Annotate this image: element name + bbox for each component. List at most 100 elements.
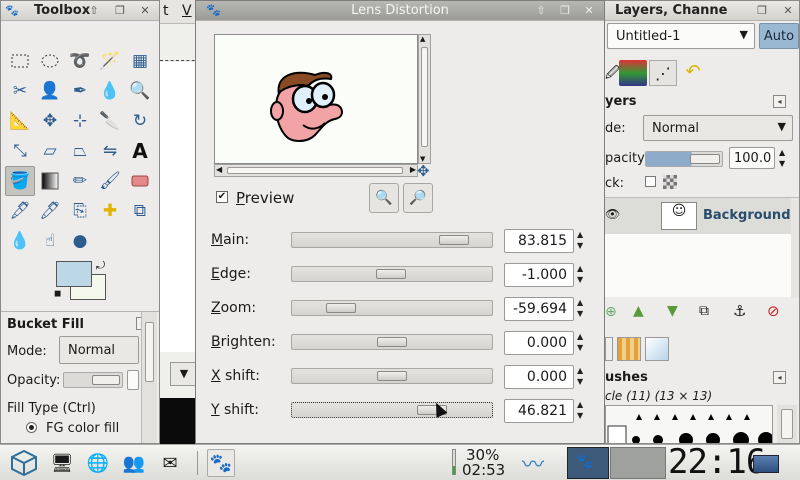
zoom-in-button[interactable]: 🔎	[403, 183, 433, 213]
spin-arrows-icon[interactable]: ▲ ▼	[577, 365, 587, 389]
by-color-select-tool-icon[interactable]: ▦	[125, 46, 155, 76]
crop-tool-icon[interactable]: 🔪	[95, 106, 125, 136]
gradients-tab-icon[interactable]	[645, 337, 669, 361]
spin-arrows-icon[interactable]: ▲ ▼	[577, 229, 587, 253]
opacity-slider-handle[interactable]	[92, 375, 120, 385]
workspace-2[interactable]	[610, 447, 666, 479]
layers-scrollbar[interactable]	[791, 198, 799, 298]
scrollbar-thumb[interactable]	[145, 322, 154, 382]
channels-tab-icon[interactable]: ⋰	[649, 60, 677, 86]
restore-icon[interactable]: ⇧	[87, 4, 101, 18]
param-value-field[interactable]: -1.000	[504, 263, 574, 287]
maximize-icon[interactable]: ❐	[113, 4, 127, 18]
ink-tool-icon[interactable]: 🖊	[35, 196, 65, 226]
dock-menu-icon[interactable]: ◂	[773, 371, 786, 384]
airbrush-tool-icon[interactable]: 🖋	[5, 196, 35, 226]
hscroll-thumb[interactable]	[227, 167, 403, 174]
wifi-icon[interactable]: 〰	[519, 449, 547, 478]
measure-tool-icon[interactable]: 📐	[5, 106, 35, 136]
raise-layer-icon[interactable]: ▲	[633, 303, 644, 319]
shade-icon[interactable]: ⇧	[534, 4, 548, 18]
blend-tool-icon[interactable]	[35, 166, 65, 196]
param-value-field[interactable]: 0.000	[504, 365, 574, 389]
clone-tool-icon[interactable]: ⎘	[65, 196, 95, 226]
lock-alpha-icon[interactable]	[663, 175, 677, 189]
param-slider[interactable]	[291, 232, 493, 248]
scroll-left-icon[interactable]: ◀	[216, 165, 222, 174]
brush-grid[interactable]	[605, 405, 774, 443]
lock-pixels-checkbox[interactable]	[645, 176, 656, 187]
param-value-field[interactable]: -59.694	[504, 297, 574, 321]
shear-tool-icon[interactable]: ▱	[35, 136, 65, 166]
menu-item-view[interactable]: V	[182, 3, 192, 19]
param-value-field[interactable]: 83.815	[504, 229, 574, 253]
blur-tool-icon[interactable]: 💧	[5, 226, 35, 256]
scale-tool-icon[interactable]: ⤡	[5, 136, 35, 166]
param-slider-handle[interactable]	[326, 303, 356, 313]
pencil-tool-icon[interactable]: ✏	[65, 166, 95, 196]
bucket-fill-tool-icon[interactable]: 🪣	[5, 166, 35, 196]
layers-titlebar[interactable]: Layers, Channe ❐ ✕	[605, 1, 799, 21]
spin-arrows-icon[interactable]: ▲ ▼	[577, 297, 587, 321]
param-slider[interactable]	[291, 402, 493, 418]
visibility-eye-icon[interactable]: 👁	[605, 207, 620, 221]
mode-select[interactable]: Normal	[59, 336, 139, 364]
align-tool-icon[interactable]: ⊹	[65, 106, 95, 136]
perspective-clone-tool-icon[interactable]: ⧉	[125, 196, 155, 226]
image-canvas[interactable]	[160, 62, 200, 352]
tool-options-scrollbar[interactable]	[141, 312, 157, 443]
scissors-tool-icon[interactable]: ✂	[5, 76, 35, 106]
rect-select-tool-icon[interactable]	[5, 46, 35, 76]
image-nav-arrow[interactable]: ▼	[170, 362, 198, 386]
preview-area[interactable]	[214, 34, 418, 164]
spin-arrows-icon[interactable]: ▲ ▼	[577, 331, 587, 355]
close-icon[interactable]: ✕	[138, 4, 152, 18]
heal-tool-icon[interactable]: ✚	[95, 196, 125, 226]
layer-opacity-field[interactable]: 100.0	[729, 147, 775, 169]
terminal-icon[interactable]: 🖥	[48, 449, 76, 477]
duplicate-layer-icon[interactable]: ⧉	[699, 303, 709, 319]
layers-tab-icon[interactable]	[619, 60, 647, 86]
brushes-scrollbar-thumb[interactable]	[781, 409, 793, 439]
param-slider[interactable]	[291, 334, 493, 350]
new-layer-icon[interactable]: ⊕	[605, 304, 617, 320]
eraser-tool-icon[interactable]	[125, 166, 155, 196]
opacity-slider[interactable]	[63, 372, 123, 388]
opacity-spin-field[interactable]	[127, 370, 139, 390]
param-value-field[interactable]: 46.821	[504, 399, 574, 423]
smudge-tool-icon[interactable]: ☝	[35, 226, 65, 256]
layer-opacity-slider[interactable]	[645, 151, 723, 167]
fg-color-fill-radio[interactable]	[26, 422, 37, 433]
browser-globe-icon[interactable]: 🌐	[84, 449, 112, 477]
param-slider[interactable]	[291, 300, 493, 316]
spin-arrows-icon[interactable]: ▲ ▼	[779, 147, 785, 169]
preview-horizontal-scrollbar[interactable]: ◀ ▶	[214, 164, 418, 177]
preview-label[interactable]: Preview	[236, 189, 294, 207]
patterns-tab-icon[interactable]	[617, 337, 641, 361]
dodge-burn-tool-icon[interactable]: ●	[65, 226, 95, 256]
spin-arrows-icon[interactable]: ▲ ▼	[577, 263, 587, 287]
maximize-icon[interactable]: ❐	[558, 4, 572, 18]
menu-cube-icon[interactable]	[10, 449, 38, 477]
text-tool-icon[interactable]: A	[125, 136, 155, 166]
navigate-icon[interactable]: ✥	[417, 162, 430, 180]
swap-colors-icon[interactable]: ⤾	[96, 259, 105, 273]
perspective-tool-icon[interactable]: ⏢	[65, 136, 95, 166]
dialog-titlebar[interactable]: 🐾 Lens Distortion ⇧ ❐ ✕	[196, 1, 604, 21]
layer-row-background[interactable]: 👁 ☺ Background	[605, 198, 791, 234]
paths-tab-icon[interactable]: 🖉	[605, 62, 620, 86]
foreground-color-swatch[interactable]	[56, 261, 92, 287]
brushes-tab-icon[interactable]	[605, 337, 613, 361]
ellipse-select-tool-icon[interactable]	[35, 46, 65, 76]
rotate-tool-icon[interactable]: ↻	[125, 106, 155, 136]
brushes-scrollbar[interactable]	[777, 405, 797, 443]
foreground-select-tool-icon[interactable]: 👤	[35, 76, 65, 106]
color-picker-tool-icon[interactable]: 💧	[95, 76, 125, 106]
lower-layer-icon[interactable]: ▼	[667, 303, 678, 319]
dock-menu-icon[interactable]: ◂	[773, 95, 786, 108]
menu-item-edit[interactable]: t	[163, 3, 169, 19]
paintbrush-tool-icon[interactable]: 🖌	[95, 166, 125, 196]
gimp-task-icon[interactable]: 🐾	[207, 449, 235, 477]
default-colors-icon[interactable]: ◼	[54, 289, 61, 299]
users-icon[interactable]: 👥	[120, 449, 148, 477]
